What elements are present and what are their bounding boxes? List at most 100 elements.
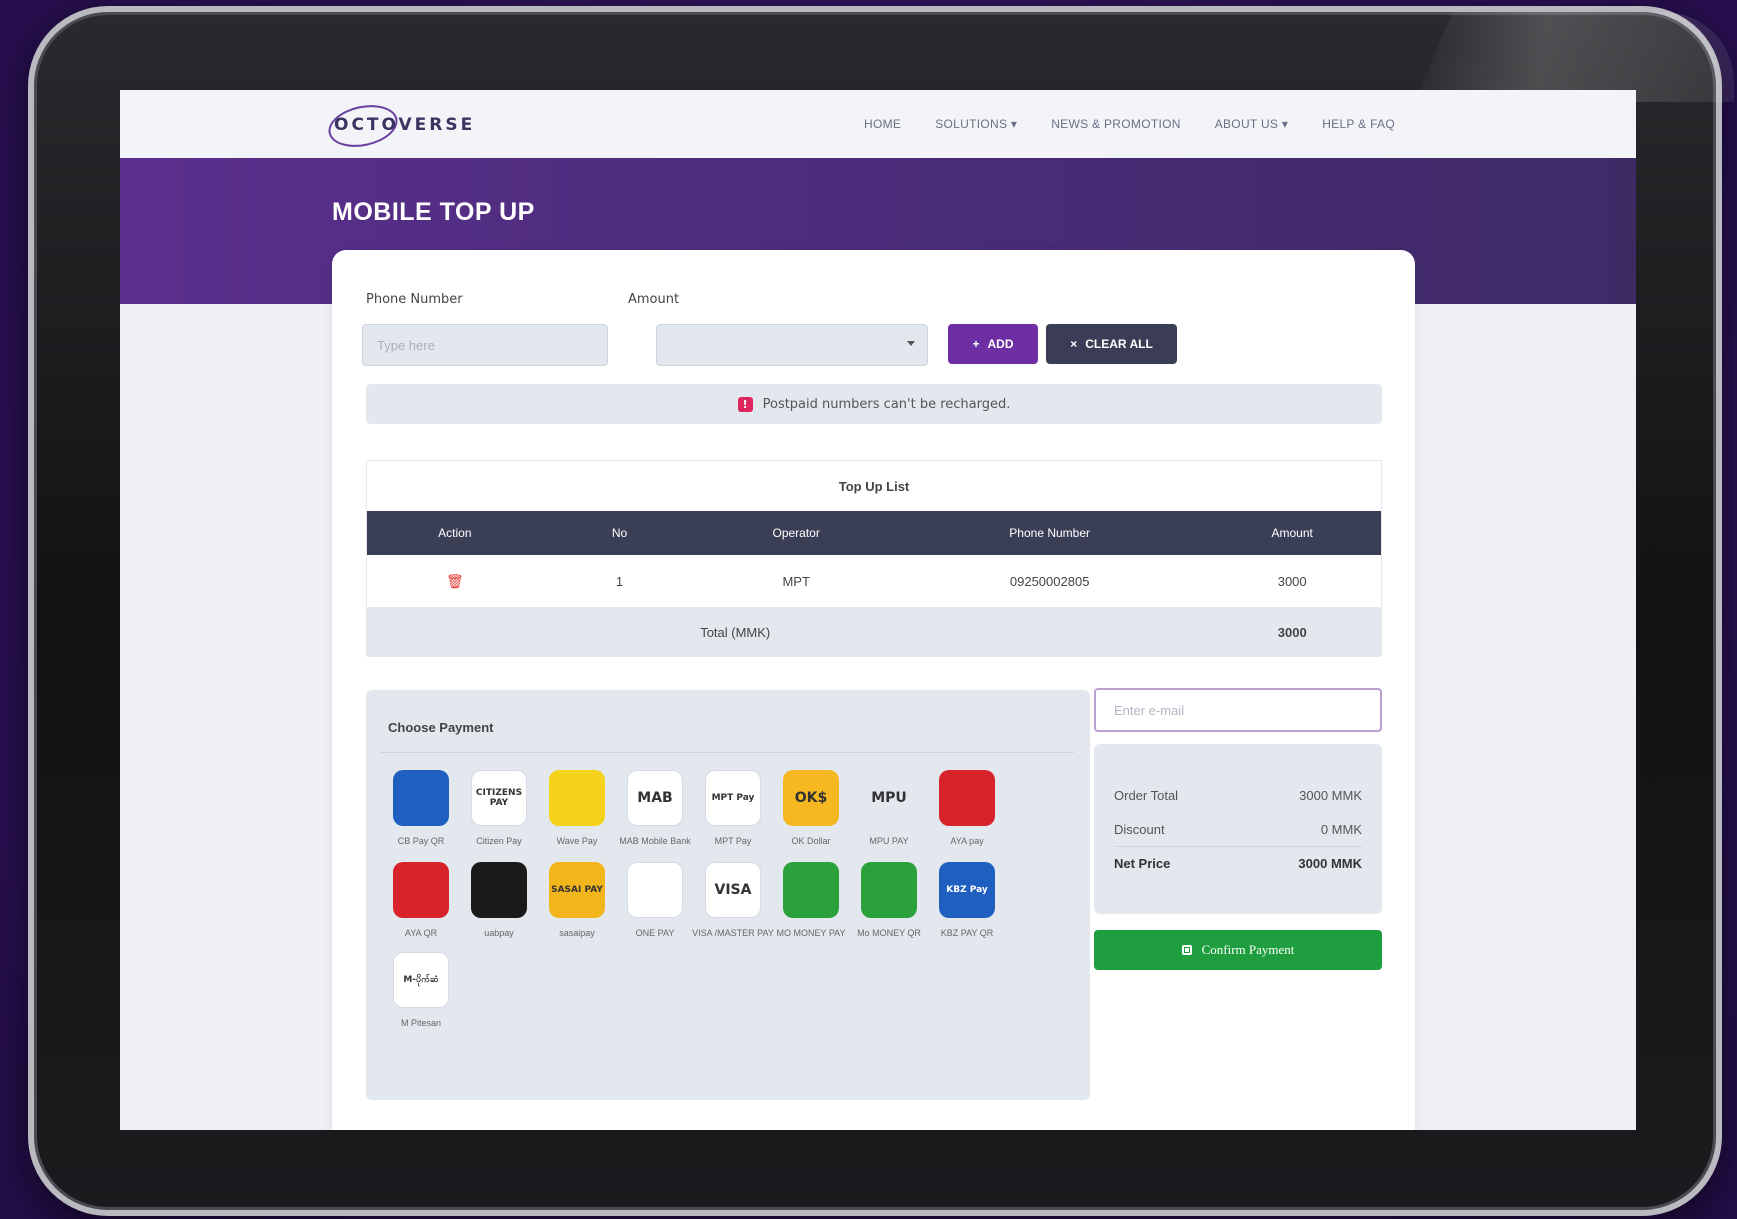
net-price-value: 3000 MMK — [1298, 856, 1362, 871]
payment-method-10[interactable]: uabpay — [456, 862, 542, 940]
nav-home[interactable]: HOME — [864, 117, 901, 131]
payment-method-label: Wave Pay — [556, 836, 598, 846]
total-value: 3000 — [1277, 624, 1307, 640]
payment-logo-icon: MPU — [861, 770, 917, 826]
clear-all-button-label: CLEAR ALL — [1085, 337, 1153, 351]
amount-select[interactable] — [656, 324, 928, 366]
payment-method-2[interactable]: CITIZENS PAY Citizen Pay — [456, 770, 542, 848]
payment-method-9[interactable]: AYA QR — [378, 862, 464, 940]
payment-method-label: CB Pay QR — [397, 836, 445, 846]
column-header: No — [611, 526, 628, 540]
amount-label: Amount — [628, 292, 680, 307]
payment-logo-icon: VISA — [705, 862, 761, 918]
discount-value: 0 MMK — [1320, 822, 1362, 837]
payment-logo-icon — [861, 862, 917, 918]
payment-method-8[interactable]: AYA pay — [924, 770, 1010, 848]
delete-row-button[interactable]: 🗑 — [367, 573, 543, 590]
order-total-row: Order Total 3000 MMK — [1114, 788, 1362, 803]
payment-method-label: VISA /MASTER PAY — [692, 928, 774, 938]
payment-method-12[interactable]: ONE PAY — [612, 862, 698, 940]
payment-method-label: sasaipay — [559, 928, 595, 938]
postpaid-alert: ! Postpaid numbers can't be recharged. — [366, 384, 1382, 424]
chevron-down-icon — [907, 341, 915, 346]
net-price-row: Net Price 3000 MMK — [1114, 856, 1362, 871]
confirm-payment-label: Confirm Payment — [1201, 942, 1295, 957]
payment-method-16[interactable]: KBZ Pay KBZ PAY QR — [924, 862, 1010, 940]
total-row: Total (MMK) 3000 — [367, 607, 1381, 657]
payment-method-13[interactable]: VISA VISA /MASTER PAY — [690, 862, 776, 940]
payment-logo-icon — [393, 770, 449, 826]
alert-text: Postpaid numbers can't be recharged. — [762, 396, 1011, 412]
screen-glare — [1414, 12, 1734, 102]
payment-method-label: MPT Pay — [714, 836, 752, 846]
nav-news-promotion[interactable]: NEWS & PROMOTION — [1051, 117, 1180, 131]
row-operator: MPT — [782, 573, 810, 589]
column-header: Amount — [1271, 526, 1313, 540]
payment-method-14[interactable]: MO MONEY PAY — [768, 862, 854, 940]
payment-logo-icon — [627, 862, 683, 918]
payment-method-7[interactable]: MPU MPU PAY — [846, 770, 932, 848]
row-phone: 09250002805 — [1009, 573, 1090, 589]
row-amount: 3000 — [1277, 573, 1307, 589]
main-nav: HOME SOLUTIONS ▾ NEWS & PROMOTION ABOUT … — [864, 90, 1395, 158]
payment-method-11[interactable]: SASAI PAY sasaipay — [534, 862, 620, 940]
payment-logo-icon: MPT Pay — [705, 770, 761, 826]
phone-number-input[interactable] — [362, 324, 608, 366]
payment-logo-icon: CITIZENS PAY — [471, 770, 527, 826]
payment-method-5[interactable]: MPT Pay MPT Pay — [690, 770, 776, 848]
topup-card: Phone Number Amount + ADD × CLEAR ALL ! … — [332, 250, 1415, 1130]
payment-method-label: OK Dollar — [791, 836, 831, 846]
payment-method-label: AYA pay — [950, 836, 984, 846]
phone-number-label: Phone Number — [366, 292, 463, 307]
add-button[interactable]: + ADD — [948, 324, 1038, 364]
clear-all-button[interactable]: × CLEAR ALL — [1046, 324, 1177, 364]
brand-logo[interactable]: OCTOVERSE — [324, 99, 476, 153]
payment-method-label: MPU PAY — [869, 836, 909, 846]
close-icon: × — [1070, 337, 1078, 351]
column-header: Action — [438, 526, 472, 540]
nav-about-us[interactable]: ABOUT US ▾ — [1215, 117, 1288, 131]
payment-method-label: Citizen Pay — [476, 836, 522, 846]
divider — [380, 752, 1074, 753]
app-screen: OCTOVERSE HOME SOLUTIONS ▾ NEWS & PROMOT… — [120, 90, 1636, 1130]
topup-list-title: Top Up List — [838, 478, 910, 494]
email-input[interactable] — [1094, 688, 1382, 732]
nav-help-faq[interactable]: HELP & FAQ — [1322, 117, 1395, 131]
payment-method-3[interactable]: Wave Pay — [534, 770, 620, 848]
discount-label: Discount — [1114, 822, 1165, 837]
brand-name: OCTOVERSE — [334, 115, 476, 135]
net-price-label: Net Price — [1114, 856, 1171, 871]
page-title: MOBILE TOP UP — [332, 198, 535, 226]
payment-panel: Choose Payment CB Pay QR CITIZENS PAY Citi… — [366, 690, 1090, 1100]
payment-method-label: ONE PAY — [635, 928, 675, 938]
confirm-payment-button[interactable]: Confirm Payment — [1094, 930, 1382, 970]
add-button-label: ADD — [987, 337, 1014, 351]
payment-method-label: uabpay — [484, 928, 514, 938]
topup-list: Top Up List Action No Operator Phone Num… — [366, 460, 1382, 657]
payment-logo-icon: SASAI PAY — [549, 862, 605, 918]
trash-icon: 🗑 — [445, 572, 464, 589]
table-header: Action No Operator Phone Number Amount — [367, 511, 1381, 555]
checkbox-icon — [1181, 945, 1192, 955]
navbar: OCTOVERSE HOME SOLUTIONS ▾ NEWS & PROMOT… — [120, 90, 1636, 158]
payment-method-6[interactable]: OK$ OK Dollar — [768, 770, 854, 848]
divider — [1114, 846, 1362, 847]
payment-logo-icon: OK$ — [783, 770, 839, 826]
payment-method-17[interactable]: M-ပိုက်ဆံ M Pitesan — [378, 952, 464, 1030]
payment-method-label: M Pitesan — [400, 1018, 442, 1028]
payment-logo-icon — [471, 862, 527, 918]
payment-method-15[interactable]: Mo MONEY QR — [846, 862, 932, 940]
payment-method-4[interactable]: MAB MAB Mobile Bank — [612, 770, 698, 848]
order-summary: Order Total 3000 MMK Discount 0 MMK Net … — [1094, 744, 1382, 914]
payment-method-1[interactable]: CB Pay QR — [378, 770, 464, 848]
nav-solutions[interactable]: SOLUTIONS ▾ — [935, 117, 1017, 131]
payment-logo-icon — [783, 862, 839, 918]
table-row: 🗑 1 MPT 09250002805 3000 — [367, 555, 1381, 607]
row-no: 1 — [615, 573, 624, 589]
payment-logo-icon — [939, 770, 995, 826]
payment-method-label: MO MONEY PAY — [776, 928, 846, 938]
payment-method-label: MAB Mobile Bank — [619, 836, 691, 846]
discount-row: Discount 0 MMK — [1114, 822, 1362, 837]
payment-logo-icon: KBZ Pay — [939, 862, 995, 918]
payment-method-label: KBZ PAY QR — [940, 928, 994, 938]
